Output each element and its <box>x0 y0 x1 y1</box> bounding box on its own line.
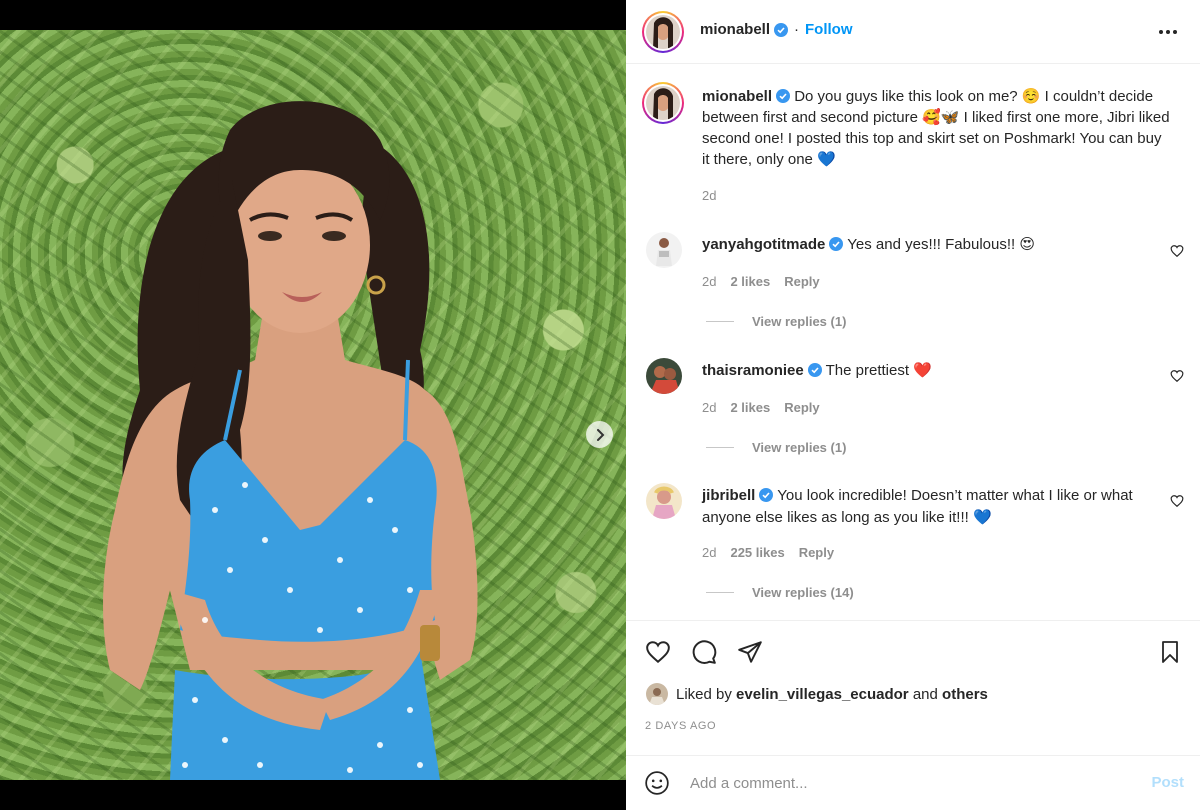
reply-button[interactable]: Reply <box>784 400 819 415</box>
comment-time: 2d <box>702 274 717 289</box>
heart-icon[interactable] <box>1170 494 1184 508</box>
add-comment-bar: Post <box>626 755 1200 810</box>
comment-likes[interactable]: 2 likes <box>730 400 770 415</box>
reply-button[interactable]: Reply <box>784 274 819 289</box>
comment-likes[interactable]: 2 likes <box>730 274 770 289</box>
reply-button[interactable]: Reply <box>799 545 834 560</box>
verified-icon <box>807 363 822 377</box>
commenter-username[interactable]: jibribell <box>702 487 755 504</box>
commenter-username[interactable]: thaisramoniee <box>702 362 804 379</box>
view-replies-button[interactable]: View replies (1) <box>706 314 846 329</box>
author-avatar[interactable] <box>642 11 684 53</box>
commenter-avatar[interactable] <box>646 232 682 268</box>
emoji-icon[interactable] <box>644 770 670 796</box>
commenter-avatar[interactable] <box>646 358 682 394</box>
post-header: mionabell · Follow <box>626 0 1200 64</box>
comment-icon[interactable] <box>690 639 718 665</box>
replies-divider <box>706 321 734 322</box>
post-photo[interactable] <box>0 30 626 780</box>
post-side-panel: mionabell · Follow mionabell Do you guys… <box>626 0 1200 810</box>
author-username[interactable]: mionabell <box>700 21 770 38</box>
liked-by-prefix: Liked by <box>676 685 732 703</box>
caption-username[interactable]: mionabell <box>702 88 772 105</box>
replies-divider <box>706 447 734 448</box>
comment-meta: 2d 2 likes Reply <box>702 400 820 415</box>
caption-text-block: mionabell Do you guys like this look on … <box>702 86 1172 170</box>
liked-by-user[interactable]: evelin_villegas_ecuador <box>736 686 909 703</box>
liked-by: Liked by evelin_villegas_ecuador and oth… <box>646 683 988 705</box>
view-replies-button[interactable]: View replies (14) <box>706 585 854 600</box>
follow-button[interactable]: Follow <box>805 21 853 38</box>
comment-time: 2d <box>702 545 717 560</box>
share-icon[interactable] <box>736 639 764 665</box>
liked-by-others[interactable]: others <box>942 686 988 703</box>
comment-meta: 2d 2 likes Reply <box>702 274 820 289</box>
heart-icon[interactable] <box>1170 369 1184 383</box>
comment-body: jibribell You look incredible! Doesn’t m… <box>702 485 1152 529</box>
commenter-avatar[interactable] <box>646 483 682 519</box>
replies-divider <box>706 592 734 593</box>
comment-input[interactable] <box>690 772 1110 794</box>
header-separator: · <box>794 21 800 38</box>
chevron-right-icon <box>596 428 604 441</box>
bookmark-icon[interactable] <box>1158 639 1182 665</box>
instagram-post-viewer: mionabell · Follow mionabell Do you guys… <box>0 0 1200 810</box>
comment-meta: 2d 225 likes Reply <box>702 545 834 560</box>
comment-text: Yes and yes!!! Fabulous!! 😍 <box>847 236 1035 253</box>
comment-body: yanyahgotitmade Yes and yes!!! Fabulous!… <box>702 234 1152 256</box>
post-comment-button[interactable]: Post <box>1151 774 1184 791</box>
caption-time: 2d <box>702 188 717 203</box>
verified-icon <box>774 22 789 37</box>
view-replies-label: View replies (1) <box>752 440 847 455</box>
commenter-username[interactable]: yanyahgotitmade <box>702 236 825 253</box>
verified-icon <box>829 237 844 251</box>
view-replies-label: View replies (1) <box>752 314 847 329</box>
comment-likes[interactable]: 225 likes <box>730 545 784 560</box>
person-illustration <box>103 101 478 780</box>
comment-body: thaisramoniee The prettiest ❤️ <box>702 360 1152 382</box>
caption-avatar[interactable] <box>642 82 684 124</box>
heart-icon[interactable] <box>644 639 672 665</box>
verified-icon <box>759 488 774 502</box>
heart-icon[interactable] <box>1170 244 1184 258</box>
comment-text: The prettiest ❤️ <box>825 362 932 379</box>
liker-avatar[interactable] <box>646 683 668 705</box>
comment-time: 2d <box>702 400 717 415</box>
more-icon[interactable] <box>1158 22 1178 42</box>
post-date: 2 DAYS AGO <box>645 720 717 732</box>
view-replies-label: View replies (14) <box>752 585 854 600</box>
next-photo-button[interactable] <box>586 421 613 448</box>
liked-by-and: and <box>912 685 938 703</box>
view-replies-button[interactable]: View replies (1) <box>706 440 846 455</box>
caption-body: Do you guys like this look on me? ☺️ I c… <box>702 88 1170 168</box>
verified-icon <box>776 89 791 103</box>
